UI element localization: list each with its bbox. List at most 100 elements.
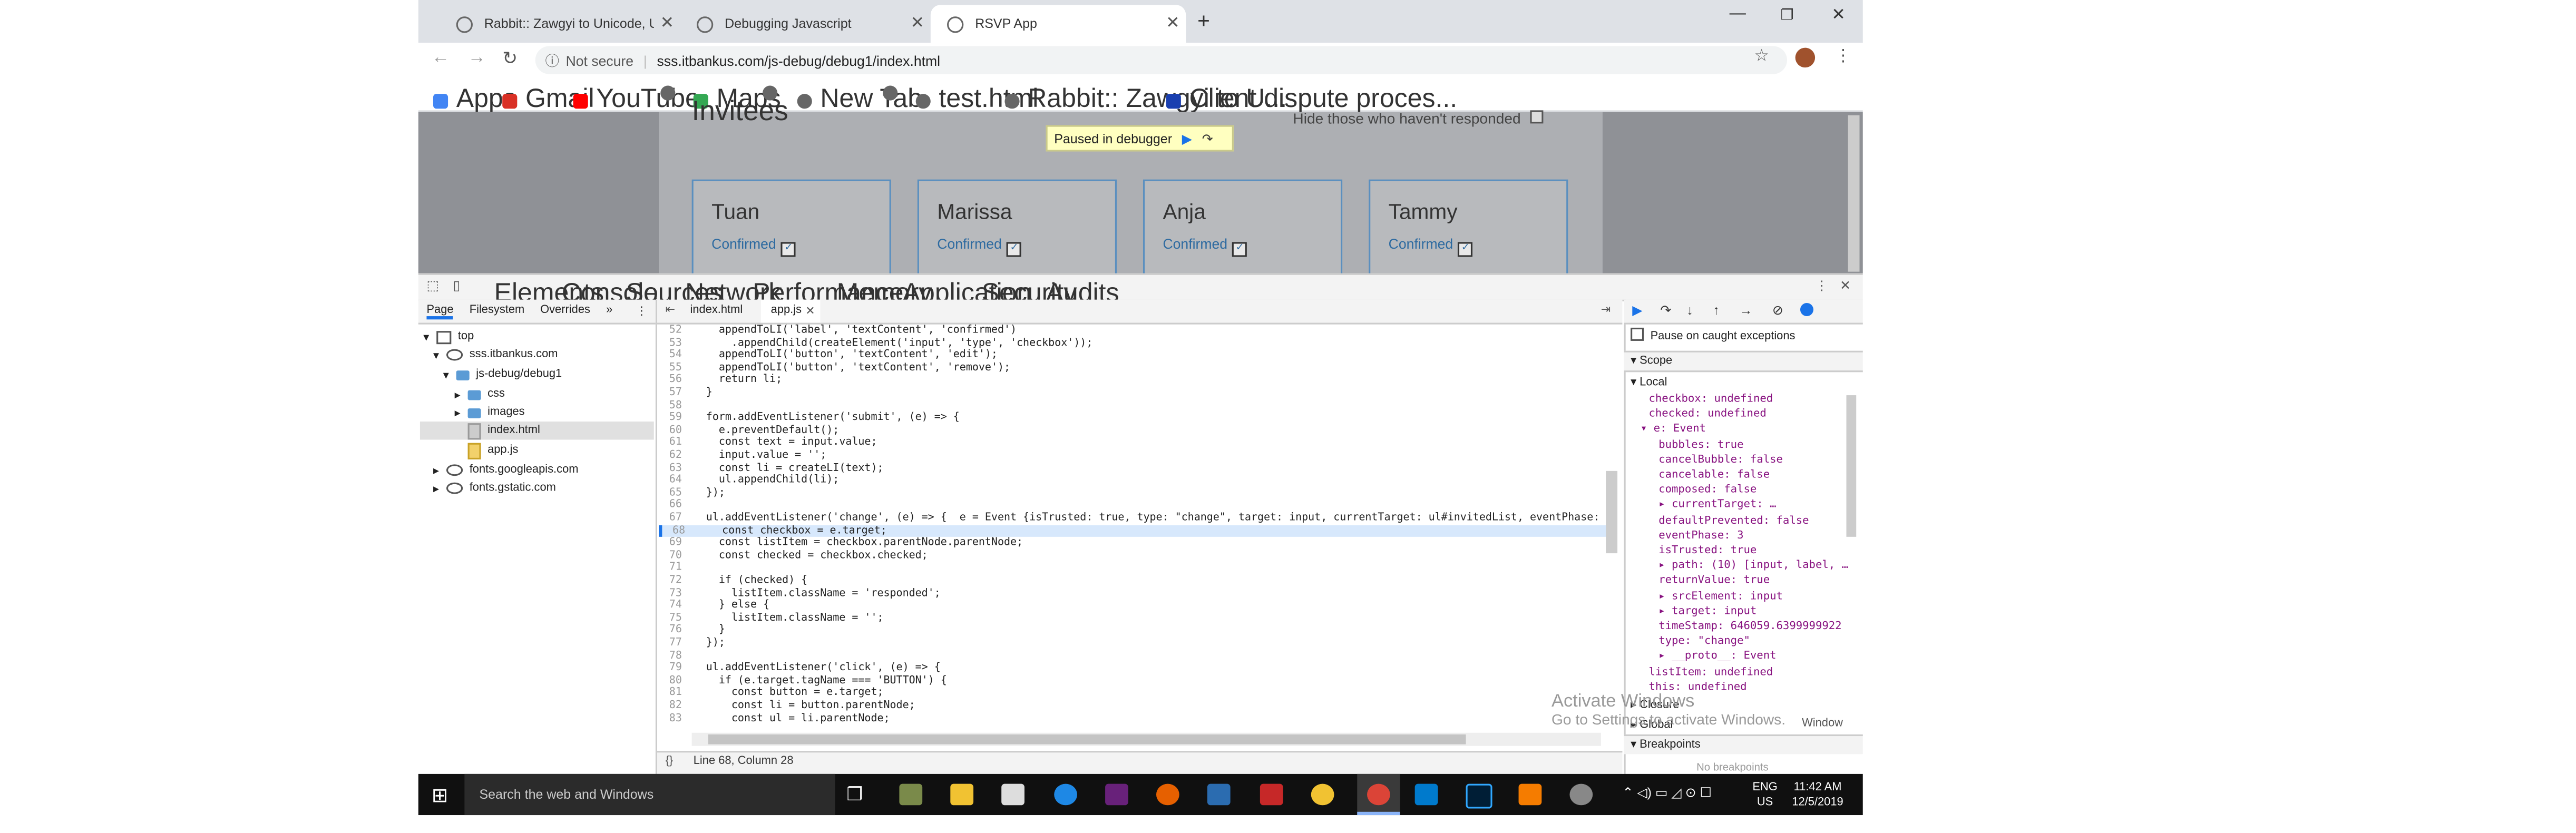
tree-item-folder[interactable]: ▾ js-debug/debug1: [443, 366, 651, 384]
close-icon[interactable]: ✕: [805, 305, 815, 318]
language-indicator[interactable]: ENG US: [1752, 780, 1777, 810]
line-number[interactable]: 82: [659, 699, 682, 712]
emoji-app-icon[interactable]: [1311, 783, 1334, 806]
devtools-close-icon[interactable]: ✕: [1840, 278, 1851, 293]
devtools-menu-icon[interactable]: ⋮: [1815, 278, 1828, 293]
close-window-button[interactable]: ✕: [1831, 7, 1845, 25]
breakpoints-title[interactable]: ▾ Breakpoints: [1631, 738, 1701, 751]
resume-icon[interactable]: ▶: [1632, 303, 1642, 318]
scope-variable[interactable]: ▸ currentTarget: …: [1658, 498, 1776, 513]
windows-start-icon[interactable]: ⊞: [432, 784, 448, 807]
tree-item-top[interactable]: ▾ top: [423, 328, 650, 346]
bookmark-globe[interactable]: [883, 85, 906, 101]
close-icon[interactable]: ✕: [654, 15, 680, 33]
scope-variable[interactable]: ▾ e: Event: [1641, 422, 1706, 437]
scope-variable[interactable]: ▸ __proto__: Event: [1658, 650, 1776, 664]
forward-arrow-icon[interactable]: →: [468, 48, 486, 68]
scope-variable[interactable]: checked: undefined: [1648, 407, 1766, 422]
toggle-debugger-icon[interactable]: ⇥: [1601, 303, 1611, 316]
firefox-icon[interactable]: [1156, 783, 1179, 806]
scope-variable[interactable]: listItem: undefined: [1648, 664, 1773, 679]
minimize-button[interactable]: —: [1730, 5, 1746, 23]
code-line[interactable]: 73 listItem.className = 'responded';: [659, 586, 1604, 600]
clock[interactable]: 11:42 AM 12/5/2019: [1792, 780, 1843, 810]
back-arrow-icon[interactable]: ←: [432, 48, 450, 68]
app-icon[interactable]: [899, 783, 923, 806]
invitee-status[interactable]: Confirmed ✓: [711, 236, 796, 257]
tree-item-app-js[interactable]: app.js: [467, 442, 651, 459]
editor-tab-app-js[interactable]: app.js: [771, 305, 802, 316]
tree-item-domain[interactable]: ▾ sss.itbankus.com: [433, 346, 651, 364]
invitee-status[interactable]: Confirmed ✓: [937, 236, 1022, 257]
scope-variable[interactable]: isTrusted: true: [1658, 543, 1757, 558]
scope-variable[interactable]: ▸ srcElement: input: [1658, 589, 1783, 604]
nav-tab-overrides[interactable]: Overrides: [540, 305, 590, 316]
scope-variable[interactable]: cancelable: false: [1658, 468, 1770, 483]
scope-variable[interactable]: ▸ path: (10) [input, label, …: [1658, 558, 1848, 573]
menu-icon[interactable]: ⋮: [1835, 48, 1851, 66]
close-icon[interactable]: ✕: [904, 15, 931, 33]
hide-checkbox[interactable]: [1529, 110, 1543, 124]
line-number[interactable]: 54: [659, 348, 682, 362]
visual-studio-icon[interactable]: [1105, 783, 1128, 806]
vscode-icon[interactable]: [1414, 783, 1438, 806]
code-line[interactable]: 56 return li;: [659, 373, 1604, 387]
bookmark-globe[interactable]: [660, 85, 684, 101]
tree-item-index-html[interactable]: index.html: [419, 422, 654, 440]
step-over-icon[interactable]: ↷: [1202, 131, 1213, 145]
line-number[interactable]: 62: [659, 448, 682, 462]
page-scrollbar[interactable]: [1848, 115, 1860, 272]
line-number[interactable]: 77: [659, 636, 682, 650]
code-line[interactable]: 55 appendToLI('button', 'textContent', '…: [659, 360, 1604, 375]
nav-tab-page[interactable]: Page: [426, 305, 454, 320]
editor-scrollbar[interactable]: [1606, 471, 1618, 554]
code-line[interactable]: 64 ul.appendChild(li);: [659, 473, 1604, 487]
tab-rabbit[interactable]: Rabbit:: Zawgyi to Unicode, Unicod ✕: [440, 5, 680, 43]
taskbar-search[interactable]: Search the web and Windows: [464, 773, 835, 816]
line-number[interactable]: 64: [659, 474, 682, 487]
avatar[interactable]: [1795, 47, 1816, 68]
scope-variable[interactable]: cancelBubble: false: [1658, 453, 1783, 467]
scope-variable[interactable]: timeStamp: 646059.6399999922: [1658, 619, 1841, 634]
line-number[interactable]: 52: [659, 324, 682, 337]
tab-rsvp-app[interactable]: RSVP App ✕: [930, 5, 1186, 43]
pause-on-caught-row[interactable]: Pause on caught exceptions: [1631, 327, 1795, 342]
scope-variable[interactable]: bubbles: true: [1658, 437, 1743, 452]
acrobat-icon[interactable]: [1260, 783, 1283, 806]
invitee-status[interactable]: Confirmed ✓: [1389, 236, 1473, 257]
confirmed-checkbox[interactable]: ✓: [1458, 242, 1473, 257]
scope-variable[interactable]: eventPhase: 3: [1658, 528, 1743, 543]
photoshop-icon[interactable]: [1466, 783, 1492, 809]
task-view-icon[interactable]: ❐: [846, 784, 863, 806]
star-icon[interactable]: ☆: [1754, 48, 1769, 66]
line-number[interactable]: 67: [659, 511, 682, 525]
address-bar[interactable]: ⓘ Not secure | sss.itbankus.com/js-debug…: [535, 46, 1787, 74]
tab-debugging-javascript[interactable]: Debugging Javascript ✕: [680, 5, 931, 43]
pause-on-caught-checkbox[interactable]: [1631, 327, 1644, 341]
line-number[interactable]: 72: [659, 574, 682, 587]
line-number[interactable]: 57: [659, 386, 682, 399]
confirmed-checkbox[interactable]: ✓: [1007, 242, 1022, 257]
line-number[interactable]: 83: [659, 711, 682, 725]
scope-title[interactable]: ▾ Scope: [1631, 354, 1672, 367]
code-line[interactable]: 57 }: [659, 386, 1604, 399]
step-icon[interactable]: →: [1739, 303, 1752, 318]
edge-icon[interactable]: [1054, 783, 1077, 806]
scope-variable[interactable]: type: "change": [1658, 634, 1750, 649]
scope-variable[interactable]: checkbox: undefined: [1648, 392, 1773, 407]
line-number[interactable]: 59: [659, 411, 682, 425]
maximize-button[interactable]: ❐: [1780, 7, 1793, 25]
new-tab-button[interactable]: +: [1197, 8, 1210, 33]
pause-on-exceptions-icon[interactable]: [1800, 303, 1813, 317]
file-explorer-icon[interactable]: [950, 783, 974, 806]
scope-variable[interactable]: returnValue: true: [1658, 574, 1770, 589]
code-line[interactable]: 75 listItem.className = '';: [659, 611, 1604, 625]
media-player-icon[interactable]: [1207, 783, 1231, 806]
toggle-navigator-icon[interactable]: ⇤: [666, 303, 675, 316]
hide-filter[interactable]: Hide those who haven't responded: [1293, 110, 1543, 127]
resume-icon[interactable]: ▶: [1182, 131, 1192, 145]
inspect-icon[interactable]: ⬚: [426, 278, 439, 293]
editor-tab-index-html[interactable]: index.html: [690, 305, 743, 316]
nav-tab-filesystem[interactable]: Filesystem: [470, 305, 525, 316]
tree-item-googleapis[interactable]: ▸ fonts.googleapis.com: [433, 461, 651, 479]
